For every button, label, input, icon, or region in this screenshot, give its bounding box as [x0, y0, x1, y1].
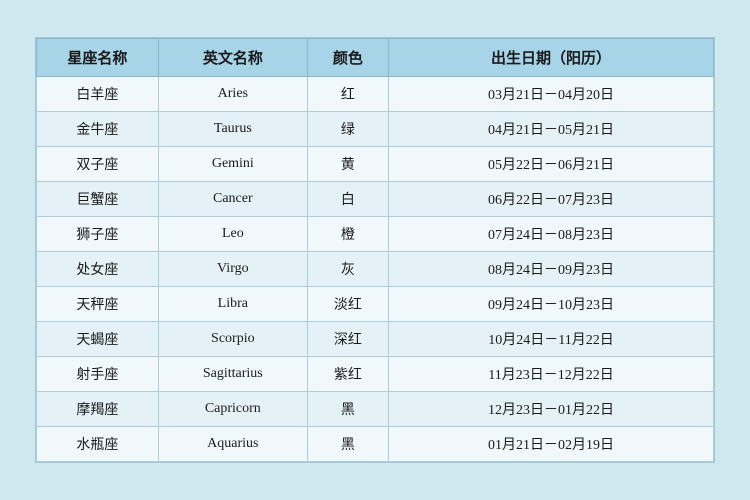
cell-en: Scorpio — [158, 322, 307, 357]
cell-zh: 狮子座 — [37, 217, 159, 252]
cell-en: Taurus — [158, 112, 307, 147]
cell-zh: 白羊座 — [37, 77, 159, 112]
cell-zh: 天秤座 — [37, 287, 159, 322]
cell-date: 04月21日－05月21日 — [389, 112, 714, 147]
header-date: 出生日期（阳历） — [389, 39, 714, 77]
table-row: 天秤座Libra淡红09月24日－10月23日 — [37, 287, 714, 322]
cell-en: Aries — [158, 77, 307, 112]
cell-en: Leo — [158, 217, 307, 252]
cell-zh: 水瓶座 — [37, 427, 159, 462]
table-row: 双子座Gemini黄05月22日－06月21日 — [37, 147, 714, 182]
table-row: 水瓶座Aquarius黑01月21日－02月19日 — [37, 427, 714, 462]
cell-en: Capricorn — [158, 392, 307, 427]
cell-date: 05月22日－06月21日 — [389, 147, 714, 182]
cell-color: 绿 — [307, 112, 388, 147]
table-row: 处女座Virgo灰08月24日－09月23日 — [37, 252, 714, 287]
cell-date: 12月23日－01月22日 — [389, 392, 714, 427]
cell-color: 黄 — [307, 147, 388, 182]
zodiac-table: 星座名称 英文名称 颜色 出生日期（阳历） 白羊座Aries红03月21日－04… — [36, 38, 714, 462]
table-row: 摩羯座Capricorn黑12月23日－01月22日 — [37, 392, 714, 427]
header-zh: 星座名称 — [37, 39, 159, 77]
cell-en: Sagittarius — [158, 357, 307, 392]
cell-en: Libra — [158, 287, 307, 322]
cell-zh: 处女座 — [37, 252, 159, 287]
cell-zh: 摩羯座 — [37, 392, 159, 427]
header-color: 颜色 — [307, 39, 388, 77]
cell-date: 06月22日－07月23日 — [389, 182, 714, 217]
cell-en: Cancer — [158, 182, 307, 217]
cell-zh: 双子座 — [37, 147, 159, 182]
cell-date: 09月24日－10月23日 — [389, 287, 714, 322]
cell-color: 淡红 — [307, 287, 388, 322]
cell-color: 红 — [307, 77, 388, 112]
cell-color: 白 — [307, 182, 388, 217]
cell-color: 灰 — [307, 252, 388, 287]
cell-color: 黑 — [307, 427, 388, 462]
cell-date: 11月23日－12月22日 — [389, 357, 714, 392]
table-row: 天蝎座Scorpio深红10月24日－11月22日 — [37, 322, 714, 357]
header-en: 英文名称 — [158, 39, 307, 77]
cell-zh: 射手座 — [37, 357, 159, 392]
table-row: 白羊座Aries红03月21日－04月20日 — [37, 77, 714, 112]
cell-zh: 巨蟹座 — [37, 182, 159, 217]
cell-color: 橙 — [307, 217, 388, 252]
cell-zh: 金牛座 — [37, 112, 159, 147]
table-row: 狮子座Leo橙07月24日－08月23日 — [37, 217, 714, 252]
cell-date: 10月24日－11月22日 — [389, 322, 714, 357]
table-row: 射手座Sagittarius紫红11月23日－12月22日 — [37, 357, 714, 392]
cell-date: 08月24日－09月23日 — [389, 252, 714, 287]
cell-en: Gemini — [158, 147, 307, 182]
cell-color: 深红 — [307, 322, 388, 357]
cell-date: 07月24日－08月23日 — [389, 217, 714, 252]
table-row: 巨蟹座Cancer白06月22日－07月23日 — [37, 182, 714, 217]
table-row: 金牛座Taurus绿04月21日－05月21日 — [37, 112, 714, 147]
cell-en: Virgo — [158, 252, 307, 287]
cell-zh: 天蝎座 — [37, 322, 159, 357]
cell-color: 紫红 — [307, 357, 388, 392]
cell-date: 01月21日－02月19日 — [389, 427, 714, 462]
cell-date: 03月21日－04月20日 — [389, 77, 714, 112]
zodiac-table-container: 星座名称 英文名称 颜色 出生日期（阳历） 白羊座Aries红03月21日－04… — [35, 37, 715, 463]
cell-color: 黑 — [307, 392, 388, 427]
cell-en: Aquarius — [158, 427, 307, 462]
table-header-row: 星座名称 英文名称 颜色 出生日期（阳历） — [37, 39, 714, 77]
